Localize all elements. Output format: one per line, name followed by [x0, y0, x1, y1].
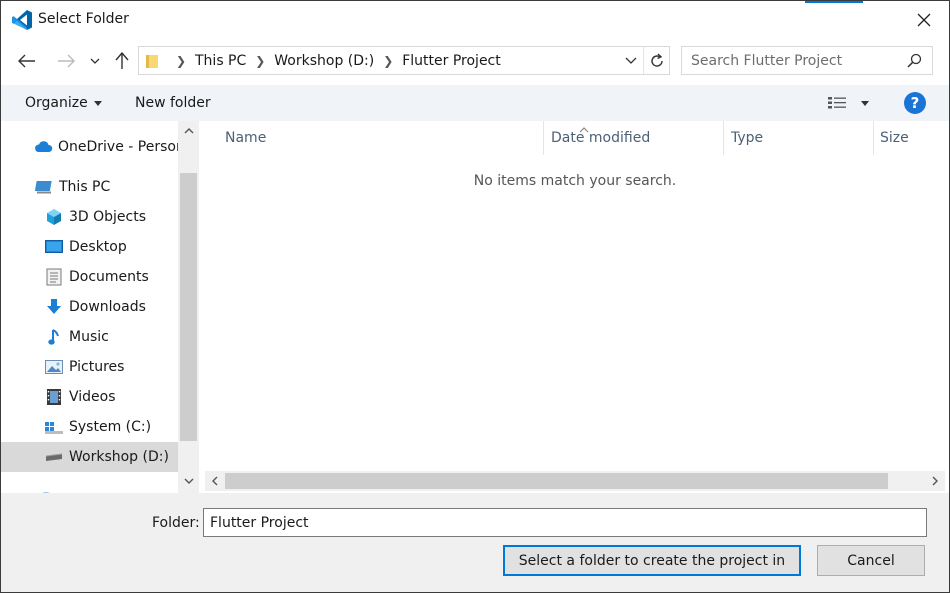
nav-item-label: This PC: [59, 179, 111, 195]
search-box[interactable]: [681, 46, 933, 75]
nav-item-videos[interactable]: Videos: [1, 382, 178, 412]
vscode-icon: [11, 9, 33, 31]
close-icon[interactable]: [905, 7, 943, 33]
computer-icon: [34, 177, 54, 197]
chevron-right-icon[interactable]: ❯: [169, 54, 193, 68]
cloud-icon: [33, 137, 53, 157]
organize-button[interactable]: Organize: [25, 85, 102, 121]
nav-item-label: Documents: [69, 269, 149, 285]
column-header-size[interactable]: Size: [880, 121, 909, 155]
picture-icon: [44, 357, 64, 377]
cancel-button[interactable]: Cancel: [817, 545, 925, 576]
windows-drive-icon: [44, 417, 64, 437]
column-divider[interactable]: [873, 121, 874, 155]
nav-item-label: Desktop: [69, 239, 127, 255]
scroll-down-chevron-icon[interactable]: [178, 471, 199, 491]
select-folder-dialog: Select Folder ❯ This PC ❯ Workshop (D:) …: [0, 0, 950, 593]
up-arrow-icon[interactable]: [109, 49, 135, 73]
nav-item-onedrive[interactable]: OneDrive - Person: [1, 132, 185, 162]
column-header-type[interactable]: Type: [731, 121, 763, 155]
title-bar: Select Folder: [1, 1, 949, 39]
file-list-header: Name Date modified Type Size: [205, 121, 949, 155]
breadcrumb-workshop-drive[interactable]: Workshop (D:): [272, 53, 376, 69]
new-folder-button[interactable]: New folder: [135, 85, 211, 121]
address-bar[interactable]: ❯ This PC ❯ Workshop (D:) ❯ Flutter Proj…: [138, 46, 670, 75]
breadcrumb-this-pc[interactable]: This PC: [193, 53, 248, 69]
document-icon: [44, 267, 64, 287]
address-dropdown-chevron-down-icon[interactable]: [621, 47, 641, 74]
column-header-name[interactable]: Name: [225, 121, 266, 155]
window-title: Select Folder: [38, 11, 129, 27]
nav-item-workshop-d[interactable]: Workshop (D:): [1, 442, 178, 472]
nav-item-label: Videos: [69, 389, 116, 405]
column-divider[interactable]: [723, 121, 724, 155]
command-bar: Organize New folder ?: [1, 85, 949, 121]
music-note-icon: [44, 327, 64, 347]
search-input[interactable]: [682, 47, 902, 74]
recent-locations-chevron-down-icon[interactable]: [84, 49, 106, 73]
column-divider[interactable]: [543, 121, 544, 155]
chevron-right-icon[interactable]: ❯: [248, 54, 272, 68]
dialog-footer: Folder: Select a folder to create the pr…: [1, 493, 949, 592]
partially-hidden-nav-icon: [39, 486, 53, 493]
select-folder-button[interactable]: Select a folder to create the project in: [503, 545, 801, 576]
nav-item-label: Workshop (D:): [69, 449, 169, 465]
scroll-up-chevron-icon[interactable]: [178, 121, 199, 141]
change-view-button[interactable]: [827, 85, 875, 121]
desktop-icon: [44, 237, 64, 257]
nav-item-music[interactable]: Music: [1, 322, 178, 352]
folder-name-input[interactable]: [203, 508, 927, 537]
refresh-icon[interactable]: [643, 47, 669, 74]
nav-item-documents[interactable]: Documents: [1, 262, 178, 292]
breadcrumb: ❯ This PC ❯ Workshop (D:) ❯ Flutter Proj…: [169, 47, 503, 74]
empty-state-message: No items match your search.: [473, 173, 677, 189]
scrollbar-thumb[interactable]: [225, 473, 888, 489]
scroll-right-chevron-icon[interactable]: [925, 471, 945, 491]
forward-arrow-icon[interactable]: [53, 49, 79, 73]
help-icon[interactable]: ?: [904, 92, 926, 114]
scroll-left-chevron-icon[interactable]: [205, 471, 225, 491]
nav-item-system-c[interactable]: System (C:): [1, 412, 178, 442]
nav-item-3d-objects[interactable]: 3D Objects: [1, 202, 178, 232]
scrollbar-thumb[interactable]: [180, 173, 197, 441]
folder-field-label: Folder:: [152, 515, 200, 531]
nav-item-label: Downloads: [69, 299, 146, 315]
navigation-vertical-scrollbar[interactable]: [178, 121, 199, 493]
navigation-pane: OneDrive - Person This PC 3D Objects Des…: [1, 121, 199, 493]
download-icon: [44, 297, 64, 317]
organize-label: Organize: [25, 95, 88, 111]
nav-item-label: OneDrive - Person: [58, 139, 185, 155]
nav-item-desktop[interactable]: Desktop: [1, 232, 178, 262]
nav-item-this-pc[interactable]: This PC: [1, 172, 178, 202]
details-view-icon: [828, 97, 846, 109]
drive-icon: [44, 447, 64, 467]
file-list-horizontal-scrollbar[interactable]: [205, 471, 945, 491]
caret-down-icon: [93, 100, 102, 106]
nav-item-label: Music: [69, 329, 109, 345]
breadcrumb-flutter-project[interactable]: Flutter Project: [400, 53, 503, 69]
title-accent-strip: [805, 1, 863, 3]
column-header-date-modified[interactable]: Date modified: [551, 121, 650, 155]
chevron-right-icon[interactable]: ❯: [376, 54, 400, 68]
cube-icon: [44, 207, 64, 227]
nav-item-label: System (C:): [69, 419, 152, 435]
nav-item-label: 3D Objects: [69, 209, 147, 225]
film-icon: [44, 387, 64, 407]
caret-down-icon: [861, 100, 869, 106]
search-icon[interactable]: [907, 53, 922, 72]
nav-item-label: Pictures: [69, 359, 125, 375]
nav-item-pictures[interactable]: Pictures: [1, 352, 178, 382]
nav-item-downloads[interactable]: Downloads: [1, 292, 178, 322]
folder-icon: [145, 53, 159, 73]
back-arrow-icon[interactable]: [14, 49, 40, 73]
